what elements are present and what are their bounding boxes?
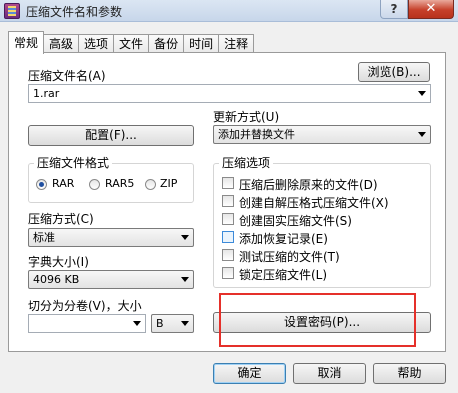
- solid-label: 创建固实压缩文件(S): [239, 214, 352, 228]
- update-mode-select[interactable]: 添加并替换文件: [213, 125, 431, 144]
- tab-general[interactable]: 常规: [8, 31, 45, 54]
- test-files-label: 测试压缩的文件(T): [239, 250, 340, 264]
- split-size-input[interactable]: [28, 314, 146, 333]
- compression-method-value: 标准: [33, 231, 55, 244]
- archiving-options-title: 压缩选项: [219, 156, 274, 170]
- help-title-button[interactable]: ?: [380, 0, 408, 19]
- tab-options[interactable]: 选项: [78, 34, 115, 54]
- update-mode-label: 更新方式(U): [213, 110, 280, 124]
- dictionary-size-select[interactable]: 4096 KB: [28, 270, 194, 289]
- update-mode-value: 添加并替换文件: [218, 128, 295, 141]
- archive-name-label: 压缩文件名(A): [28, 69, 106, 83]
- close-button[interactable]: ✕: [408, 0, 454, 19]
- chevron-down-icon: [181, 235, 189, 240]
- archive-format-title: 压缩文件格式: [34, 156, 113, 170]
- delete-after-label: 压缩后删除原来的文件(D): [239, 178, 378, 192]
- tab-bar: 常规 高级 选项 文件 备份 时间 注释: [8, 31, 255, 54]
- cancel-button[interactable]: 取消: [293, 363, 366, 384]
- split-volumes-label: 切分为分卷(V)，大小: [28, 299, 142, 313]
- solid-checkbox[interactable]: [222, 213, 234, 225]
- split-unit-select[interactable]: B: [151, 314, 194, 333]
- winrar-app-icon: [4, 3, 20, 19]
- browse-button[interactable]: 浏览(B)...: [358, 62, 430, 82]
- compression-method-select[interactable]: 标准: [28, 228, 194, 247]
- tab-files[interactable]: 文件: [113, 34, 150, 54]
- sfx-checkbox[interactable]: [222, 195, 234, 207]
- lock-archive-checkbox[interactable]: [222, 267, 234, 279]
- help-button[interactable]: 帮助: [373, 363, 446, 384]
- test-files-checkbox[interactable]: [222, 249, 234, 261]
- radio-rar[interactable]: [36, 179, 47, 190]
- radio-rar5-label: RAR5: [105, 177, 135, 190]
- sfx-label: 创建自解压格式压缩文件(X): [239, 196, 389, 210]
- chevron-down-icon: [181, 277, 189, 282]
- profiles-button[interactable]: 配置(F)...: [28, 125, 194, 146]
- ok-button[interactable]: 确定: [213, 363, 286, 384]
- radio-zip[interactable]: [145, 179, 156, 190]
- archive-name-input[interactable]: 1.rar: [28, 84, 431, 103]
- recovery-record-label: 添加恢复记录(E): [239, 232, 328, 246]
- tab-backup[interactable]: 备份: [148, 34, 185, 54]
- chevron-down-icon: [181, 321, 189, 326]
- archive-name-value: 1.rar: [33, 87, 60, 100]
- radio-rar5[interactable]: [89, 179, 100, 190]
- tab-advanced[interactable]: 高级: [43, 34, 80, 54]
- delete-after-checkbox[interactable]: [222, 177, 234, 189]
- radio-rar-label: RAR: [52, 177, 75, 190]
- tab-time[interactable]: 时间: [183, 34, 220, 54]
- chevron-down-icon: [418, 132, 426, 137]
- lock-archive-label: 锁定压缩文件(L): [239, 268, 328, 282]
- dictionary-size-value: 4096 KB: [33, 273, 80, 286]
- radio-zip-label: ZIP: [160, 177, 178, 190]
- window-title: 压缩文件名和参数: [26, 5, 123, 19]
- dictionary-size-label: 字典大小(I): [28, 255, 89, 269]
- compression-method-label: 压缩方式(C): [28, 212, 94, 226]
- recovery-record-checkbox[interactable]: [222, 231, 234, 243]
- chevron-down-icon: [133, 321, 141, 326]
- split-unit-value: B: [156, 317, 164, 330]
- chevron-down-icon: [418, 91, 426, 96]
- tab-comment[interactable]: 注释: [218, 34, 255, 54]
- highlight-annotation-box: [219, 293, 416, 347]
